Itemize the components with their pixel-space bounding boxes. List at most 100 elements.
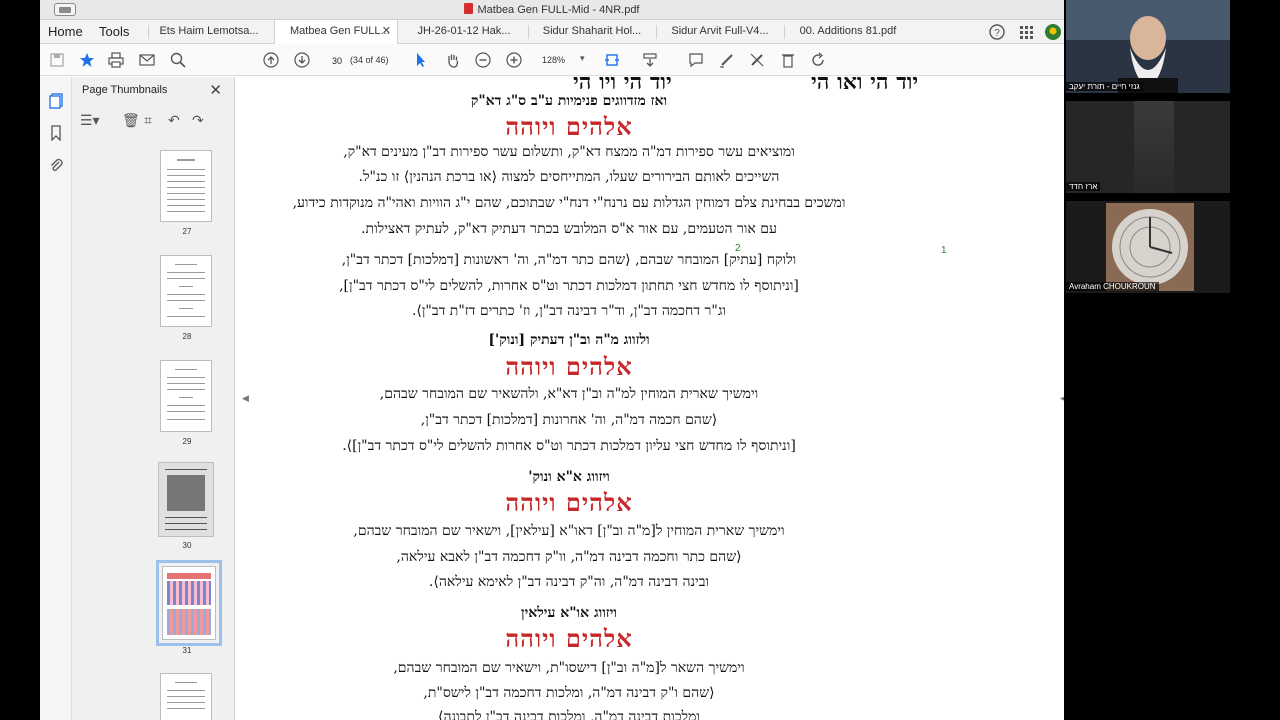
doc-line: ולזווג מ"ה וב"ן דעתיק [ונוק'] — [488, 332, 650, 348]
print-icon[interactable] — [108, 52, 124, 68]
tab-ets-haim[interactable]: Ets Haim Lemotsa... — [150, 20, 268, 44]
doc-line: ⟨שהם ו"ק דבינה דמ"ה, ומלכות דחכמה דב"ן ל… — [423, 685, 715, 701]
thumbnail-page-31[interactable] — [156, 560, 222, 646]
select-pointer-icon[interactable] — [413, 52, 429, 68]
doc-line: [וניתוסף לו מחדש חצי תחתון דמלכות דכתר ו… — [339, 278, 799, 294]
tab-matbea-gen[interactable]: Matbea Gen FULL... ✕ — [274, 20, 398, 44]
save-icon[interactable] — [49, 52, 65, 68]
tab-close-icon[interactable]: ✕ — [382, 24, 391, 37]
participant-tile[interactable]: גנזי חיים - תורת יעקב — [1066, 0, 1230, 93]
title-bar: Matbea Gen FULL-Mid - 4NR.pdf — [40, 0, 1064, 20]
video-participants-strip: גנזי חיים - תורת יעקב ארז חדד Avraham CH… — [1064, 0, 1280, 720]
account-avatar-icon[interactable] — [1044, 23, 1062, 41]
apps-grid-icon[interactable] — [1017, 23, 1035, 41]
menu-home[interactable]: Home — [48, 24, 83, 39]
tab-label: JH-26-01-12 Hak... — [417, 25, 511, 37]
help-icon[interactable]: ? — [988, 23, 1006, 41]
doc-line: ⟨שהם כתר וחכמה דבינה דמ"ה, וו"ק דחכמה דב… — [396, 549, 742, 565]
doc-line: ⟨שהם חכמה דמ"ה, וה' אחרונות [דמלכות] דכת… — [420, 412, 718, 428]
comment-icon[interactable] — [688, 52, 704, 68]
close-panel-icon[interactable]: ✕ — [209, 81, 222, 99]
doc-line: השייכים לאותם הבירורים שעלו, המתייחסים ל… — [358, 169, 780, 185]
svg-text:?: ? — [994, 28, 1000, 39]
options-menu-icon[interactable]: ☰▾ — [80, 111, 100, 129]
page-count: (34 of 46) — [350, 55, 389, 65]
divine-name-text: אלהים ויוהה — [505, 112, 633, 141]
thumbnail-page-29[interactable] — [160, 360, 212, 432]
doc-line: ולוקח [עתיק] המובחר שבהם, ⟨שהם כתר דמ"ה,… — [341, 252, 797, 268]
doc-line: ובינה דבינה דמ"ה, וה"ק דבינה דב"ן לאימא … — [428, 574, 710, 590]
tab-label: 00. Additions 81.pdf — [799, 25, 897, 37]
document-viewer[interactable]: יוד הי ויו הי יוד הי ואו הי ואז מזדווגים… — [249, 77, 1063, 720]
tab-jh-26[interactable]: JH-26-01-12 Hak... — [402, 20, 526, 44]
doc-line: ויזווג א"א ונוק' — [528, 469, 610, 485]
hand-tool-icon[interactable] — [445, 52, 461, 68]
tab-sidur-shaharit[interactable]: Sidur Shaharit Hol... — [530, 20, 654, 44]
rotate-icon[interactable] — [810, 52, 826, 68]
doc-line: ויזווג או"א עילאין — [521, 605, 617, 621]
doc-line: וג"ר דחכמה דב"ן, וד"ר דבינה דב"ן, וז' כת… — [411, 303, 727, 319]
tab-label: Matbea Gen FULL... — [290, 25, 390, 37]
bookmarks-icon[interactable] — [48, 125, 64, 142]
thumbnail-page-30[interactable] — [158, 462, 214, 537]
doc-line: עם אור הטעמים, עם אור א"ס המלובש בכתר דע… — [361, 221, 777, 237]
doc-line: וימשיך שארית המוחין ל[מ"ה וב"ן] דאו"א [ע… — [353, 523, 785, 539]
thumbnail-page-32[interactable] — [160, 673, 212, 720]
thumbnail-tools: ☰▾ 🗑 ⌗ ↶ ↷ — [80, 111, 220, 129]
email-icon[interactable] — [139, 52, 155, 68]
panel-title: Page Thumbnails — [82, 84, 168, 96]
fit-page-icon[interactable] — [604, 52, 620, 68]
participant-video-icon — [1066, 0, 1230, 93]
highlight-pen-icon[interactable] — [719, 52, 735, 68]
extract-page-icon[interactable]: ⌗ — [144, 111, 152, 129]
collapse-panel-icon[interactable]: ◀ — [242, 393, 249, 404]
zoom-level[interactable]: 128% — [542, 55, 565, 65]
doc-line: וימשיך השאר ל[מ"ה וב"ן] דישסו"ת, וישאיר … — [393, 660, 745, 676]
participant-tile[interactable]: ארז חדד — [1066, 101, 1230, 193]
divine-name-block: אלהים ויוהה — [249, 488, 889, 518]
footnote-mark[interactable]: 2 — [735, 243, 741, 254]
zoom-dropdown-icon[interactable]: ▾ — [580, 53, 585, 64]
tab-sidur-arvit[interactable]: Sidur Arvit Full-V4... — [658, 20, 782, 44]
divine-name-text: אלהים ויוהה — [505, 488, 633, 517]
window-title-text: Matbea Gen FULL-Mid - 4NR.pdf — [477, 4, 640, 16]
delete-page-icon[interactable]: 🗑 — [122, 111, 140, 129]
zoom-out-icon[interactable] — [475, 52, 491, 68]
bookmark-star-icon[interactable] — [79, 52, 95, 68]
participant-name: גנזי חיים - תורת יעקב — [1066, 82, 1143, 91]
previous-page-icon[interactable] — [263, 52, 279, 68]
thumbnail-page-28[interactable] — [160, 255, 212, 327]
menu-tools[interactable]: Tools — [99, 24, 129, 39]
participant-name: Avraham CHOUKROUN — [1066, 282, 1159, 291]
thumbnail-label: 27 — [182, 227, 192, 236]
thumbnail-label: 31 — [182, 646, 192, 655]
navigation-rail — [40, 77, 72, 720]
window-title: Matbea Gen FULL-Mid - 4NR.pdf — [40, 3, 1064, 16]
page-number-input[interactable] — [327, 53, 347, 68]
zoom-in-icon[interactable] — [506, 52, 522, 68]
thumbnail-page-27[interactable] — [160, 150, 212, 222]
doc-line: ומלכות דבינה דמ"ה, ומלכות דבינה דב"ן לתב… — [438, 709, 700, 720]
menu-bar: Home Tools Ets Haim Lemotsa... Matbea Ge… — [40, 20, 1064, 44]
attachments-icon[interactable] — [48, 157, 64, 173]
thumbnail-label: 29 — [182, 437, 192, 446]
tab-additions[interactable]: 00. Additions 81.pdf — [786, 20, 910, 44]
draw-eraser-icon[interactable] — [749, 52, 765, 68]
participant-tile[interactable]: Avraham CHOUKROUN — [1066, 201, 1230, 293]
doc-line: וימשיך שארית המוחין למ"ה וב"ן דא"א, ולהש… — [379, 386, 759, 402]
divine-name-block: אלהים ויוהה — [249, 112, 889, 142]
delete-icon[interactable] — [780, 52, 796, 68]
divine-name-block: אלהים ויוהה — [249, 624, 889, 654]
redo-icon[interactable]: ↷ — [192, 111, 204, 129]
thumbnail-label: 28 — [182, 332, 192, 341]
next-page-icon[interactable] — [294, 52, 310, 68]
tab-label: Sidur Arvit Full-V4... — [671, 25, 769, 37]
toolbar: (34 of 46) 128% ▾ — [40, 44, 1064, 76]
undo-icon[interactable]: ↶ — [168, 111, 180, 129]
scroll-mode-icon[interactable] — [642, 52, 658, 68]
zoom-search-icon[interactable] — [170, 52, 186, 68]
page-thumbnails-icon[interactable] — [48, 93, 64, 109]
tab-separator — [528, 25, 529, 39]
participant-video-blur — [1134, 101, 1174, 193]
footnote-mark[interactable]: 1 — [941, 245, 947, 256]
